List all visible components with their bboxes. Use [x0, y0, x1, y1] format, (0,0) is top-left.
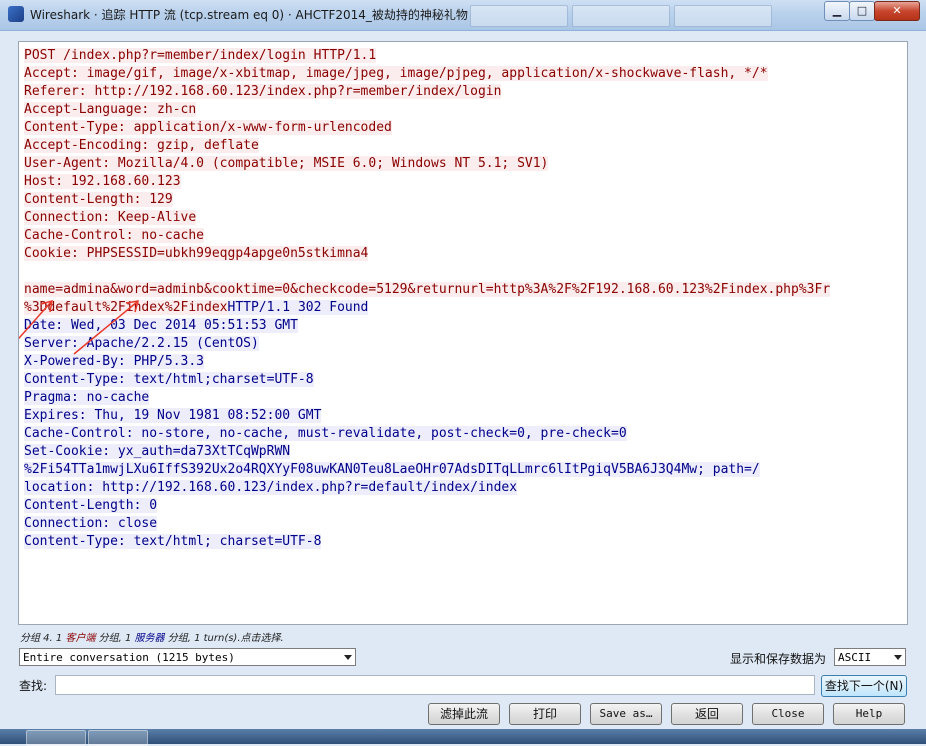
- server-text: Content-Type: text/html;charset=UTF-8: [24, 372, 314, 387]
- client-text: name=admina&word=adminb&cooktime=0&check…: [24, 282, 831, 297]
- stream-line: Pragma: no-cache: [24, 389, 830, 407]
- save-as-button[interactable]: Save as…: [590, 703, 662, 725]
- stream-line: Connection: close: [24, 515, 830, 533]
- status-line: 分组 4. 1 客户端 分组, 1 服务器 分组, 1 turn(s).点击选择…: [20, 629, 284, 644]
- window-controls: ▁ □ ✕: [824, 1, 920, 21]
- stream-line: User-Agent: Mozilla/4.0 (compatible; MSI…: [24, 155, 830, 173]
- server-text: location: http://192.168.60.123/index.ph…: [24, 480, 518, 495]
- status-suffix: 分组, 1 turn(s).点击选择.: [164, 633, 284, 644]
- stream-line: Expires: Thu, 19 Nov 1981 08:52:00 GMT: [24, 407, 830, 425]
- client-text: Content-Type: application/x-www-form-url…: [24, 120, 392, 135]
- stream-line: Referer: http://192.168.60.123/index.php…: [24, 83, 830, 101]
- stream-line: Content-Length: 0: [24, 497, 830, 515]
- chevron-down-icon: [344, 655, 352, 660]
- stream-line: Connection: Keep-Alive: [24, 209, 830, 227]
- client-text: Cookie: PHPSESSID=ubkh99eqgp4apge0n5stki…: [24, 246, 369, 261]
- filter-out-stream-button[interactable]: 滤掉此流: [428, 703, 500, 725]
- status-server-label: 服务器: [134, 633, 165, 644]
- server-text: Pragma: no-cache: [24, 390, 150, 405]
- client-text: Accept-Encoding: gzip, deflate: [24, 138, 259, 153]
- server-text: Expires: Thu, 19 Nov 1981 08:52:00 GMT: [24, 408, 322, 423]
- client-text: Accept-Language: zh-cn: [24, 102, 197, 117]
- find-label: 查找:: [19, 679, 48, 693]
- stream-line: Content-Length: 129: [24, 191, 830, 209]
- show-save-label: 显示和保存数据为: [730, 652, 827, 666]
- server-text: Set-Cookie: yx_auth=da73XtTCqWpRWN: [24, 444, 291, 459]
- client-text: User-Agent: Mozilla/4.0 (compatible; MSI…: [24, 156, 549, 171]
- stream-line: [24, 263, 830, 281]
- stream-line: Date: Wed, 03 Dec 2014 05:51:53 GMT: [24, 317, 830, 335]
- chevron-down-icon: [894, 655, 902, 660]
- client-text: Accept: image/gif, image/x-xbitmap, imag…: [24, 66, 768, 81]
- client-text: POST /index.php?r=member/index/login HTT…: [24, 48, 377, 63]
- data-format-select[interactable]: ASCII: [834, 648, 906, 666]
- background-tab[interactable]: [572, 5, 670, 27]
- stream-line: Cache-Control: no-store, no-cache, must-…: [24, 425, 830, 443]
- stream-line: Content-Type: text/html;charset=UTF-8: [24, 371, 830, 389]
- stream-line: location: http://192.168.60.123/index.ph…: [24, 479, 830, 497]
- find-next-button[interactable]: 查找下一个(N): [821, 675, 907, 697]
- server-text: Date: Wed, 03 Dec 2014 05:51:53 GMT: [24, 318, 298, 333]
- status-client-label: 客户端: [65, 633, 96, 644]
- stream-content-pane[interactable]: POST /index.php?r=member/index/login HTT…: [18, 41, 908, 625]
- maximize-button[interactable]: □: [849, 1, 875, 21]
- client-text: Host: 192.168.60.123: [24, 174, 181, 189]
- server-text: Connection: close: [24, 516, 158, 531]
- client-text: Referer: http://192.168.60.123/index.php…: [24, 84, 502, 99]
- stream-line: Accept-Language: zh-cn: [24, 101, 830, 119]
- status-mid: 分组, 1: [95, 633, 135, 644]
- stream-line: X-Powered-By: PHP/5.3.3: [24, 353, 830, 371]
- client-text: Content-Length: 129: [24, 192, 173, 207]
- data-format-value: ASCII: [838, 651, 872, 664]
- client-text: Cache-Control: no-cache: [24, 228, 205, 243]
- server-text: Content-Length: 0: [24, 498, 158, 513]
- stream-line: name=admina&word=adminb&cooktime=0&check…: [24, 281, 831, 299]
- server-text: Cache-Control: no-store, no-cache, must-…: [24, 426, 627, 441]
- stream-line: Accept-Encoding: gzip, deflate: [24, 137, 830, 155]
- stream-line: %2Fi54TTa1mwjLXu6IffS392Ux2o4RQXYyF08uwK…: [24, 461, 830, 479]
- background-window-tabs: [470, 5, 776, 27]
- client-text: Connection: Keep-Alive: [24, 210, 197, 225]
- status-prefix: 分组 4. 1: [20, 633, 66, 644]
- server-text: Server: Apache/2.2.15 (CentOS): [24, 336, 259, 351]
- stream-line: Content-Type: text/html; charset=UTF-8: [24, 533, 830, 551]
- minimize-button[interactable]: ▁: [824, 1, 850, 21]
- stream-line: Host: 192.168.60.123: [24, 173, 830, 191]
- stream-line: Set-Cookie: yx_auth=da73XtTCqWpRWN: [24, 443, 830, 461]
- stream-line: Cookie: PHPSESSID=ubkh99eqgp4apge0n5stki…: [24, 245, 830, 263]
- close-button[interactable]: Close: [752, 703, 824, 725]
- conversation-select-value: Entire conversation (1215 bytes): [23, 651, 235, 664]
- stream-line: Content-Type: application/x-www-form-url…: [24, 119, 830, 137]
- back-button[interactable]: 返回: [671, 703, 743, 725]
- server-text: Content-Type: text/html; charset=UTF-8: [24, 534, 322, 549]
- server-text: %2Fi54TTa1mwjLXu6IffS392Ux2o4RQXYyF08uwK…: [24, 462, 760, 477]
- stream-line: POST /index.php?r=member/index/login HTT…: [24, 47, 830, 65]
- print-button[interactable]: 打印: [509, 703, 581, 725]
- client-text: %3Ddefault%2Findex%2Findex: [24, 300, 228, 315]
- conversation-direction-select[interactable]: Entire conversation (1215 bytes): [19, 648, 356, 666]
- close-window-button[interactable]: ✕: [874, 1, 920, 21]
- background-tab[interactable]: [470, 5, 568, 27]
- stream-line: Server: Apache/2.2.15 (CentOS): [24, 335, 830, 353]
- background-tab[interactable]: [674, 5, 772, 27]
- stream-line: Accept: image/gif, image/x-xbitmap, imag…: [24, 65, 830, 83]
- find-input[interactable]: [55, 675, 815, 695]
- help-button[interactable]: Help: [833, 703, 905, 725]
- wireshark-app-icon: [8, 6, 24, 22]
- stream-text: POST /index.php?r=member/index/login HTT…: [24, 47, 831, 551]
- window-title: Wireshark · 追踪 HTTP 流 (tcp.stream eq 0) …: [30, 8, 468, 22]
- stream-line: Cache-Control: no-cache: [24, 227, 830, 245]
- server-text: HTTP/1.1 302 Found: [227, 300, 369, 315]
- title-bar: Wireshark · 追踪 HTTP 流 (tcp.stream eq 0) …: [0, 0, 926, 31]
- taskbar: [0, 729, 926, 746]
- stream-line: %3Ddefault%2Findex%2FindexHTTP/1.1 302 F…: [24, 299, 830, 317]
- server-text: X-Powered-By: PHP/5.3.3: [24, 354, 205, 369]
